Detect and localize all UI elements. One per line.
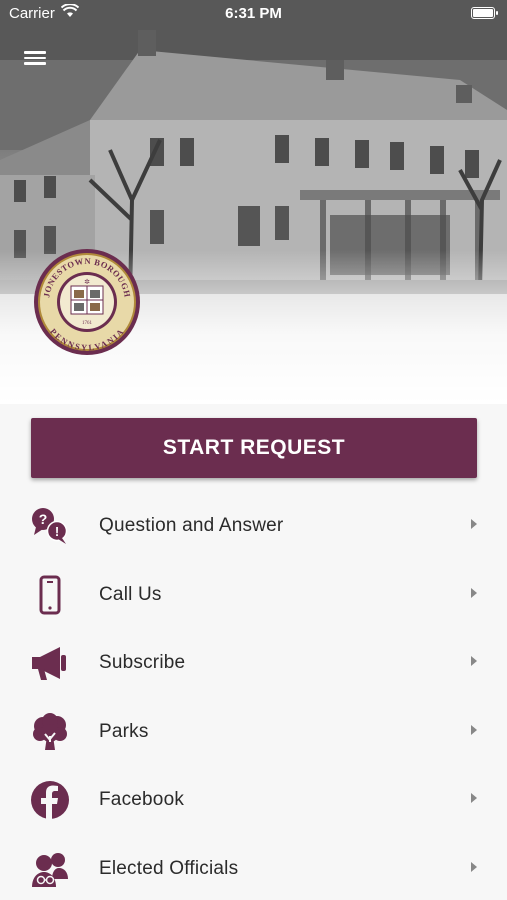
menu-item-subscribe[interactable]: Subscribe (0, 629, 507, 698)
hamburger-menu-icon[interactable] (20, 48, 50, 72)
chevron-right-icon (471, 656, 477, 666)
status-bar: Carrier 6:31 PM (0, 0, 507, 28)
svg-text:!: ! (55, 524, 59, 539)
battery-icon (471, 7, 498, 19)
start-request-button[interactable]: START REQUEST (31, 418, 477, 478)
menu-item-label: Question and Answer (99, 515, 284, 536)
chevron-right-icon (471, 587, 477, 598)
facebook-icon (30, 780, 70, 820)
chevron-right-icon (471, 724, 477, 735)
menu-item-call-us[interactable]: Call Us (0, 561, 507, 630)
menu-item-label: Parks (99, 720, 149, 742)
seal-year: 1761 (82, 321, 93, 326)
phone-icon (30, 575, 70, 615)
menu-item-label: Call Us (99, 583, 162, 605)
menu-item-label: Elected Officials (99, 857, 239, 879)
menu-item-elected-officials[interactable]: Elected Officials (0, 835, 507, 900)
clock: 6:31 PM (225, 5, 282, 22)
tree-icon (30, 712, 70, 752)
menu-list: ? ! Question and Answer Call Us Subscrib… (0, 492, 507, 900)
menu-item-label: Subscribe (99, 652, 186, 673)
borough-seal-logo: JONESTOWN BOROUGH PENNSYLVANIA ✲ 1761 (34, 249, 140, 355)
menu-item-label: Facebook (99, 789, 185, 810)
chevron-right-icon (471, 793, 477, 803)
battery-level (473, 9, 493, 17)
officials-icon (30, 849, 70, 889)
menu-item-question-and-answer[interactable]: ? ! Question and Answer (0, 492, 507, 561)
svg-text:?: ? (39, 511, 48, 527)
menu-item-parks[interactable]: Parks (0, 698, 507, 767)
question-answer-icon: ? ! (30, 506, 70, 546)
chevron-right-icon (471, 519, 477, 529)
chevron-right-icon (471, 861, 477, 872)
megaphone-icon (30, 643, 70, 683)
svg-text:✲: ✲ (84, 278, 90, 286)
menu-item-facebook[interactable]: Facebook (0, 766, 507, 835)
